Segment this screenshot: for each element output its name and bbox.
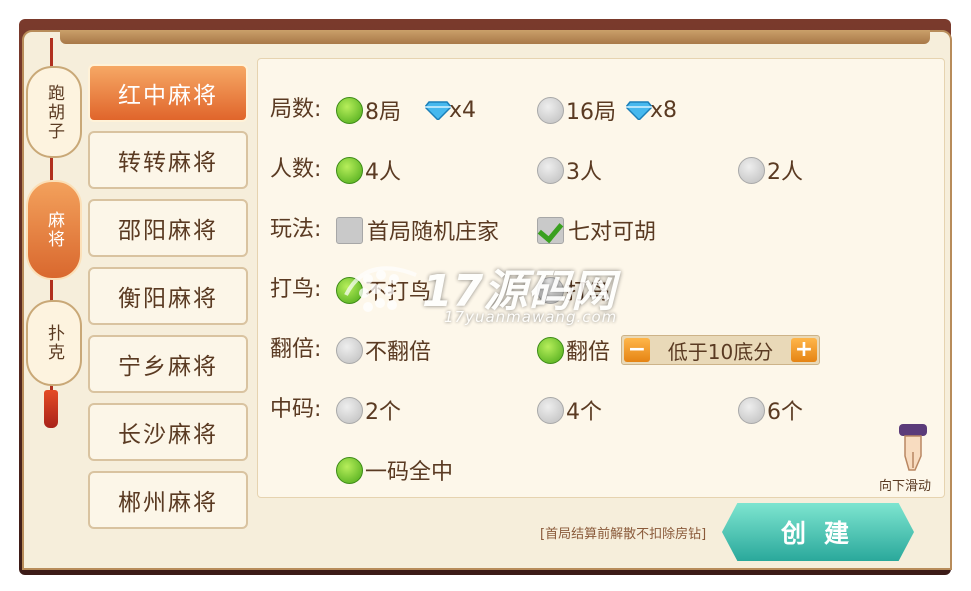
stepper-value: 低于10底分 xyxy=(667,339,774,364)
minus-button[interactable]: − xyxy=(624,338,650,362)
swipe-hint: 向下滑动 xyxy=(879,479,932,494)
play-option-seven-pairs[interactable]: 七对可胡 xyxy=(537,214,656,246)
radio-unselected-icon[interactable] xyxy=(537,156,564,184)
create-button[interactable]: 创建 xyxy=(722,503,914,561)
rounds-label: 局数: xyxy=(270,97,322,122)
zhongma-option-all[interactable]: 一码全中 xyxy=(336,454,453,486)
radio-selected-icon[interactable] xyxy=(336,96,363,124)
radio-unselected-icon[interactable] xyxy=(738,396,765,424)
tab-paohuzi[interactable]: 跑胡子 xyxy=(26,66,82,158)
game-changsha[interactable]: 长沙麻将 xyxy=(88,403,248,461)
play-label: 玩法: xyxy=(270,217,322,242)
checkbox-checked-icon[interactable] xyxy=(537,216,564,244)
radio-selected-icon[interactable] xyxy=(336,156,363,184)
players-option-2[interactable]: 2人 xyxy=(738,154,803,186)
dissolve-hint: [首局结算前解散不扣除房钻] xyxy=(540,527,707,542)
zhongma-option-4[interactable]: 4个 xyxy=(537,394,602,426)
players-option-3[interactable]: 3人 xyxy=(537,154,602,186)
tab-mahjong[interactable]: 麻将 xyxy=(26,180,82,280)
zhongma-option-6[interactable]: 6个 xyxy=(738,394,803,426)
game-shaoyang[interactable]: 邵阳麻将 xyxy=(88,199,248,257)
diamond-icon xyxy=(423,100,453,122)
lantern-tassel-icon xyxy=(44,390,58,428)
radio-unselected-icon[interactable] xyxy=(336,336,363,364)
game-hongzhong[interactable]: 红中麻将 xyxy=(88,64,248,122)
radio-selected-icon[interactable] xyxy=(336,456,363,484)
diamond-icon xyxy=(624,100,654,122)
play-option-random-dealer[interactable]: 首局随机庄家 xyxy=(336,214,499,246)
plus-button[interactable]: + xyxy=(790,338,817,362)
game-chenzhou[interactable]: 郴州麻将 xyxy=(88,471,248,529)
tab-poker[interactable]: 扑克 xyxy=(26,300,82,386)
game-hengyang[interactable]: 衡阳麻将 xyxy=(88,267,248,325)
game-ningxiang[interactable]: 宁乡麻将 xyxy=(88,335,248,393)
radio-unselected-icon[interactable] xyxy=(537,96,564,124)
radio-selected-icon[interactable] xyxy=(537,336,564,364)
rounds-option-8[interactable]: 8局 x4 xyxy=(336,94,476,126)
watermark-logo-icon xyxy=(344,266,417,312)
watermark-url: 17yuanmawang.com xyxy=(444,308,618,326)
zhongma-option-2[interactable]: 2个 xyxy=(336,394,401,426)
game-zhuanzhuan[interactable]: 转转麻将 xyxy=(88,131,248,189)
rounds-option-16[interactable]: 16局 x8 xyxy=(537,94,677,126)
double-label: 翻倍: xyxy=(270,337,322,362)
watermark: 17源码网 17yuanmawang.com xyxy=(336,245,656,340)
zhongma-label: 中码: xyxy=(270,397,322,422)
checkbox-unchecked-icon[interactable] xyxy=(336,216,363,244)
radio-unselected-icon[interactable] xyxy=(537,396,564,424)
panel-top-border xyxy=(60,30,930,44)
hand-pointer-down-icon xyxy=(893,422,933,474)
bird-label: 打鸟: xyxy=(270,277,322,302)
radio-unselected-icon[interactable] xyxy=(738,156,765,184)
radio-unselected-icon[interactable] xyxy=(336,396,363,424)
players-label: 人数: xyxy=(270,157,322,182)
players-option-4[interactable]: 4人 xyxy=(336,154,401,186)
